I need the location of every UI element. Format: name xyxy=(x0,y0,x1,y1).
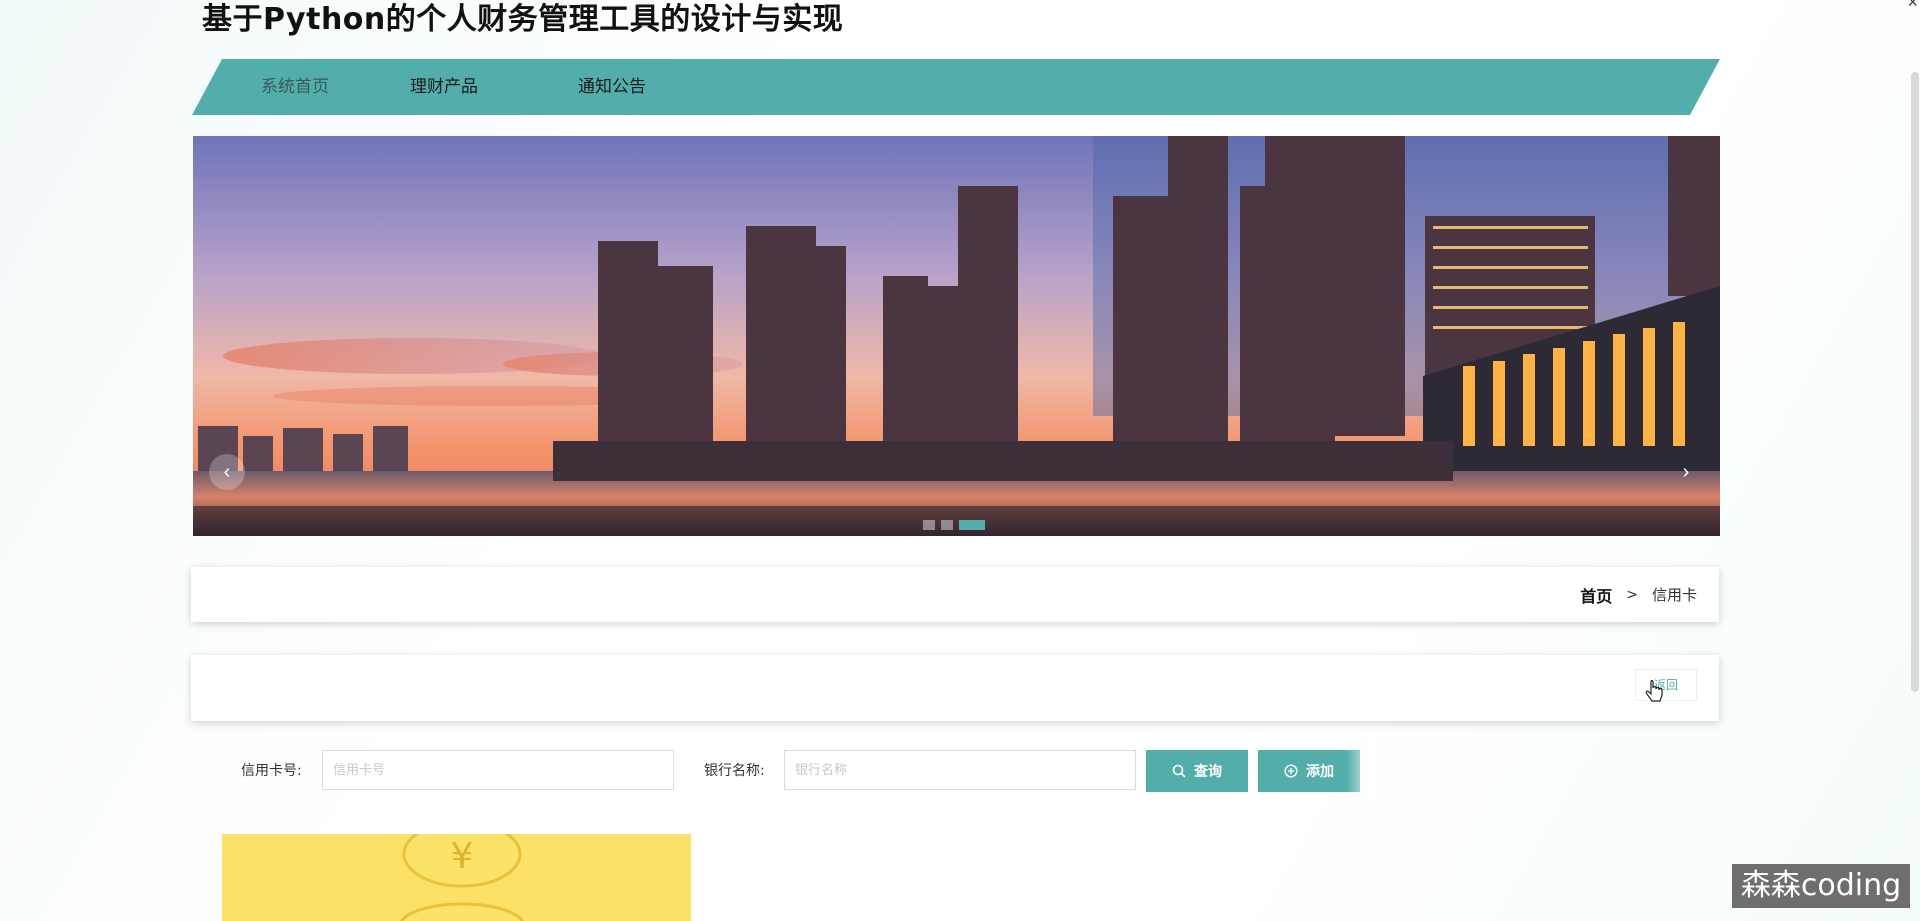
nav-item-home[interactable]: 系统首页 xyxy=(261,59,329,115)
coin-image: ¥ xyxy=(222,834,691,921)
fade-overlay xyxy=(1346,740,1376,802)
banner-next-button[interactable]: › xyxy=(1668,454,1704,490)
breadcrumb-home[interactable]: 首页 xyxy=(1580,583,1612,607)
query-button-label: 查询 xyxy=(1194,764,1222,780)
nav-item-notices[interactable]: 通知公告 xyxy=(578,59,646,115)
breadcrumb-panel: 首页 > 信用卡 xyxy=(191,567,1719,622)
banner-carousel[interactable]: ‹ › xyxy=(193,136,1720,536)
action-panel: 返回 xyxy=(191,655,1719,721)
search-icon xyxy=(1172,764,1186,778)
add-button[interactable]: 添加 xyxy=(1258,750,1360,792)
banner-image xyxy=(193,136,1720,536)
svg-text:¥: ¥ xyxy=(451,836,474,877)
page-title: 基于Python的个人财务管理工具的设计与实现 xyxy=(202,2,844,37)
main-nav: 系统首页 理财产品 通知公告 xyxy=(192,59,1720,115)
card-number-label: 信用卡号: xyxy=(241,763,302,779)
bank-name-label: 银行名称: xyxy=(704,763,765,779)
bank-name-input[interactable] xyxy=(784,750,1136,790)
card-thumbnail[interactable]: ¥ xyxy=(222,834,691,921)
plus-circle-icon xyxy=(1284,764,1298,778)
search-form: 信用卡号: 银行名称: 查询 添加 xyxy=(240,750,1360,792)
breadcrumb-current: 信用卡 xyxy=(1651,586,1697,604)
breadcrumb: 首页 > 信用卡 xyxy=(1580,567,1697,622)
carousel-indicators xyxy=(923,520,985,530)
carousel-dot-active[interactable] xyxy=(959,520,985,530)
hand-cursor-icon xyxy=(1645,680,1663,702)
carousel-dot[interactable] xyxy=(923,520,935,530)
scrollbar-thumb[interactable] xyxy=(1911,72,1919,692)
scrollbar[interactable] xyxy=(1908,0,1920,921)
watermark: 森森coding xyxy=(1732,864,1910,908)
banner-prev-button[interactable]: ‹ xyxy=(209,454,245,490)
add-button-label: 添加 xyxy=(1306,764,1334,780)
carousel-dot[interactable] xyxy=(941,520,953,530)
query-button[interactable]: 查询 xyxy=(1146,750,1248,792)
card-number-input[interactable] xyxy=(322,750,674,790)
nav-item-products[interactable]: 理财产品 xyxy=(410,59,478,115)
breadcrumb-separator: > xyxy=(1626,586,1638,603)
